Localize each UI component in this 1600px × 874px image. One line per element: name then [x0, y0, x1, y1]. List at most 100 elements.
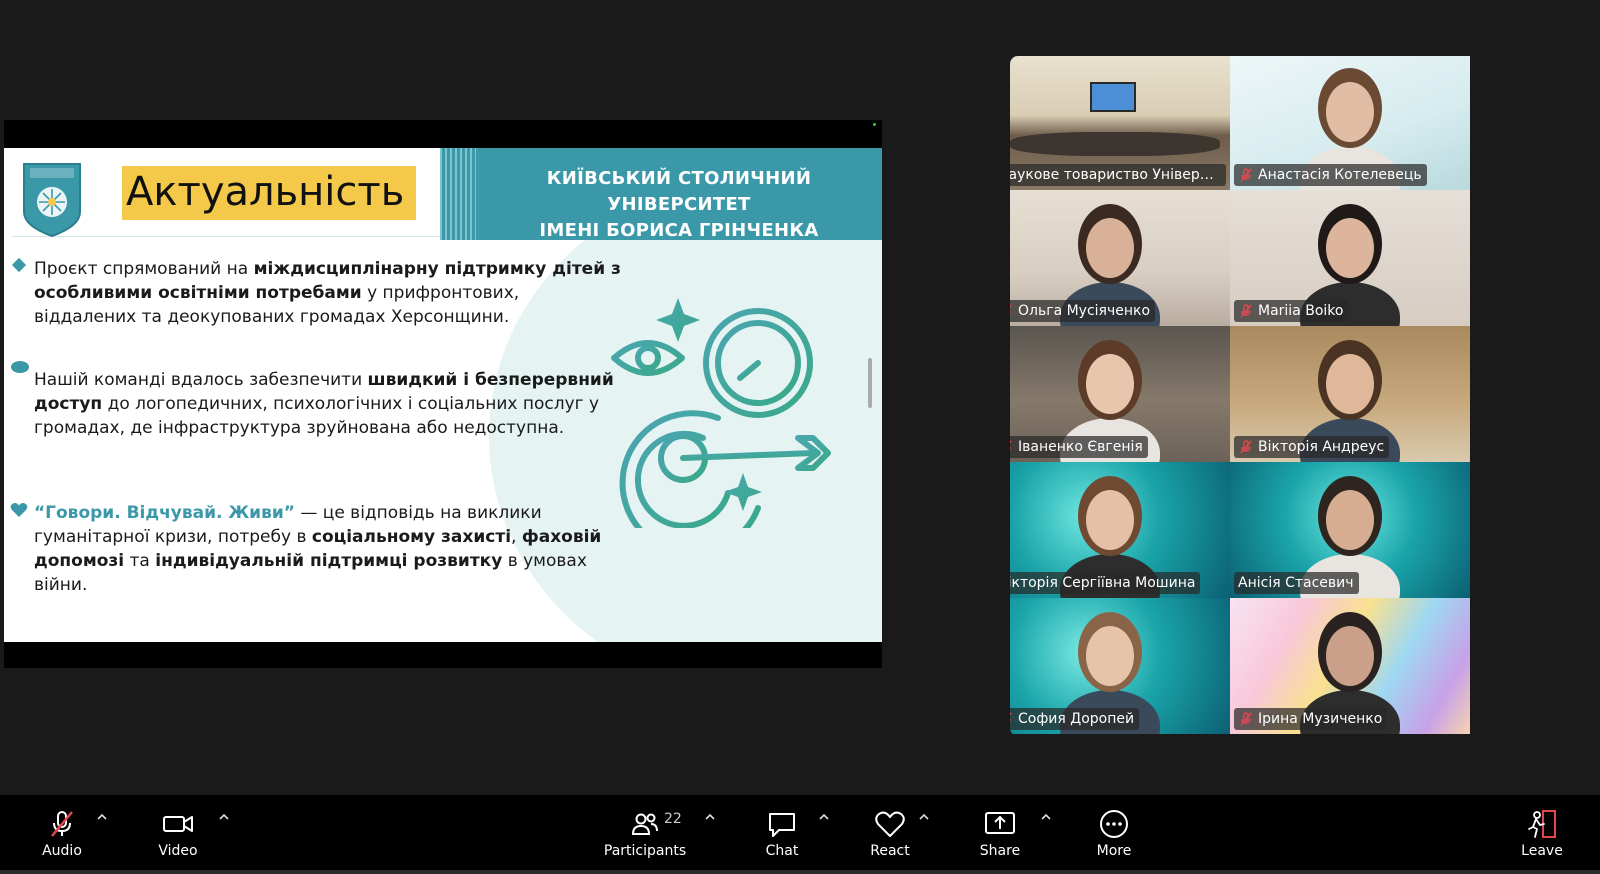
bullet-3: “Говори. Відчувай. Живи” — це відповідь …	[34, 501, 624, 597]
bullet-1: Проєкт спрямований на міждисциплінарну п…	[34, 257, 624, 329]
room-screen	[1090, 82, 1136, 112]
bullet-2-text-end: до логопедичних, психологічних і соціаль…	[34, 394, 600, 438]
participant-tile[interactable]: Вікторія Андреус	[1230, 326, 1470, 462]
participant-face	[1086, 354, 1134, 414]
participant-tile[interactable]: Наукове товариство Університ...	[1010, 56, 1230, 190]
leave-exit-icon	[1528, 810, 1556, 838]
participant-tile[interactable]: Анісія Стасевич	[1230, 462, 1470, 598]
participant-name: Наукове товариство Університ...	[1010, 167, 1221, 183]
react-label: React	[870, 843, 910, 859]
university-name-line1: КИЇВСЬКИЙ СТОЛИЧНИЙ УНІВЕРСИТЕТ	[546, 168, 812, 215]
bullet-3-bold-3: індивідуальній підтримці розвитку	[155, 551, 503, 571]
more-button[interactable]: More	[1088, 795, 1140, 874]
microphone-muted-icon	[1240, 304, 1252, 318]
share-button[interactable]: Share	[974, 795, 1026, 874]
participant-name: Вікторія Сергіївна Мошина	[1010, 575, 1196, 591]
slide-title: Актуальність	[126, 169, 405, 215]
participant-name-label: Анісія Стасевич	[1234, 572, 1359, 594]
react-options-chevron-up-icon[interactable]	[918, 811, 930, 823]
participants-options-chevron-up-icon[interactable]	[704, 811, 716, 823]
video-camera-icon	[163, 816, 193, 832]
participant-face	[1086, 490, 1134, 550]
leave-label: Leave	[1521, 843, 1563, 859]
participant-name-label: Ірина Музиченко	[1234, 708, 1388, 730]
share-screen-icon	[985, 812, 1015, 834]
participants-button[interactable]: Participants	[590, 795, 700, 874]
participant-tile[interactable]: Іваненко Євгенія	[1010, 326, 1230, 462]
heart-icon	[875, 811, 905, 837]
microphone-muted-icon	[51, 811, 73, 837]
shared-screen: Актуальність КИЇВСЬКИЙ СТОЛИЧНИЙ УНІВЕРС…	[4, 120, 882, 668]
chat-label: Chat	[765, 843, 799, 859]
participant-name-label: Іваненко Євгенія	[1010, 436, 1148, 458]
bullet-3-text-3: та	[124, 551, 156, 571]
meeting-toolbar: Audio Video Participants 22 Chat React S…	[0, 795, 1600, 874]
participant-name-label: Вікторія Андреус	[1234, 436, 1390, 458]
participant-name-label: Вікторія Сергіївна Мошина	[1010, 572, 1201, 594]
bullet-2-text: Нашій команді вдалось забезпечити	[34, 370, 368, 390]
participant-tile[interactable]: Ольга Мусіяченко	[1010, 190, 1230, 326]
microphone-muted-icon	[1010, 304, 1012, 314]
participants-icon	[631, 813, 658, 835]
university-logo-icon	[23, 163, 81, 238]
share-indicator-dot	[873, 123, 876, 126]
participant-tile[interactable]: Вікторія Сергіївна Мошина	[1010, 462, 1230, 598]
share-label: Share	[979, 843, 1021, 859]
participant-name: Іваненко Євгенія	[1018, 439, 1143, 455]
bullet-3-text-2: ,	[511, 527, 522, 547]
chat-options-chevron-up-icon[interactable]	[818, 811, 830, 823]
diamond-bullet-icon	[11, 257, 27, 273]
share-options-chevron-up-icon[interactable]	[1040, 811, 1052, 823]
participants-count: 22	[664, 811, 682, 827]
video-options-chevron-up-icon[interactable]	[218, 811, 230, 823]
audio-button[interactable]: Audio	[36, 795, 88, 874]
window-bottom-border	[0, 870, 1600, 874]
participant-tile[interactable]: Mariia Boiko	[1230, 190, 1470, 326]
participant-face	[1326, 82, 1374, 142]
participant-name-label: София Доропей	[1010, 708, 1140, 730]
bullet-1-text: Проєкт спрямований на	[34, 259, 254, 279]
participant-name: Анастасія Котелевець	[1258, 167, 1422, 183]
more-label: More	[1096, 843, 1132, 859]
participant-tile[interactable]: Ірина Музиченко	[1230, 598, 1470, 734]
participant-tile[interactable]: София Доропей	[1010, 598, 1230, 734]
video-button[interactable]: Video	[152, 795, 204, 874]
chat-button[interactable]: Chat	[756, 795, 808, 874]
microphone-muted-icon	[1240, 440, 1252, 454]
participant-name: Анісія Стасевич	[1238, 575, 1354, 591]
participant-name-label: Ольга Мусіяченко	[1010, 300, 1156, 322]
microphone-muted-icon	[1240, 712, 1252, 726]
presentation-slide: Актуальність КИЇВСЬКИЙ СТОЛИЧНИЙ УНІВЕРС…	[4, 148, 882, 642]
participants-label: Participants	[603, 843, 687, 859]
react-button[interactable]: React	[862, 795, 918, 874]
participant-face	[1086, 626, 1134, 686]
university-name-line2: ІМЕНІ БОРИСА ГРІНЧЕНКА	[539, 220, 819, 241]
leave-button[interactable]: Leave	[1516, 795, 1568, 874]
microphone-muted-icon	[1240, 168, 1252, 182]
participant-name: Ірина Музиченко	[1258, 711, 1383, 727]
bullet-2: Нашій команді вдалось забезпечити швидки…	[34, 368, 624, 440]
meeting-stage: Актуальність КИЇВСЬКИЙ СТОЛИЧНИЙ УНІВЕРС…	[0, 0, 1600, 795]
participant-face	[1326, 626, 1374, 686]
participant-name-label: Mariia Boiko	[1234, 300, 1349, 322]
split-view-drag-handle[interactable]	[868, 358, 872, 408]
participant-name: Вікторія Андреус	[1258, 439, 1385, 455]
audio-options-chevron-up-icon[interactable]	[96, 811, 108, 823]
audio-label: Audio	[42, 843, 82, 859]
participant-face	[1326, 218, 1374, 278]
video-label: Video	[158, 843, 198, 859]
more-ellipsis-icon	[1100, 810, 1128, 838]
participant-tile[interactable]: Анастасія Котелевець	[1230, 56, 1470, 190]
oval-bullet-icon	[11, 361, 29, 373]
participant-name-label: Анастасія Котелевець	[1234, 164, 1427, 186]
microphone-muted-icon	[1010, 712, 1012, 722]
bullet-3-bold-1: соціальному захисті	[311, 527, 512, 547]
participant-name: София Доропей	[1018, 711, 1135, 727]
participant-gallery: Наукове товариство Університ... Анастасія…	[1010, 56, 1490, 736]
participant-name: Mariia Boiko	[1258, 303, 1344, 319]
banner-stripes	[440, 148, 476, 240]
chat-bubble-icon	[769, 813, 795, 837]
university-banner: КИЇВСЬКИЙ СТОЛИЧНИЙ УНІВЕРСИТЕТ ІМЕНІ БО…	[440, 148, 882, 241]
room-table	[1010, 132, 1220, 156]
participant-face	[1326, 490, 1374, 550]
